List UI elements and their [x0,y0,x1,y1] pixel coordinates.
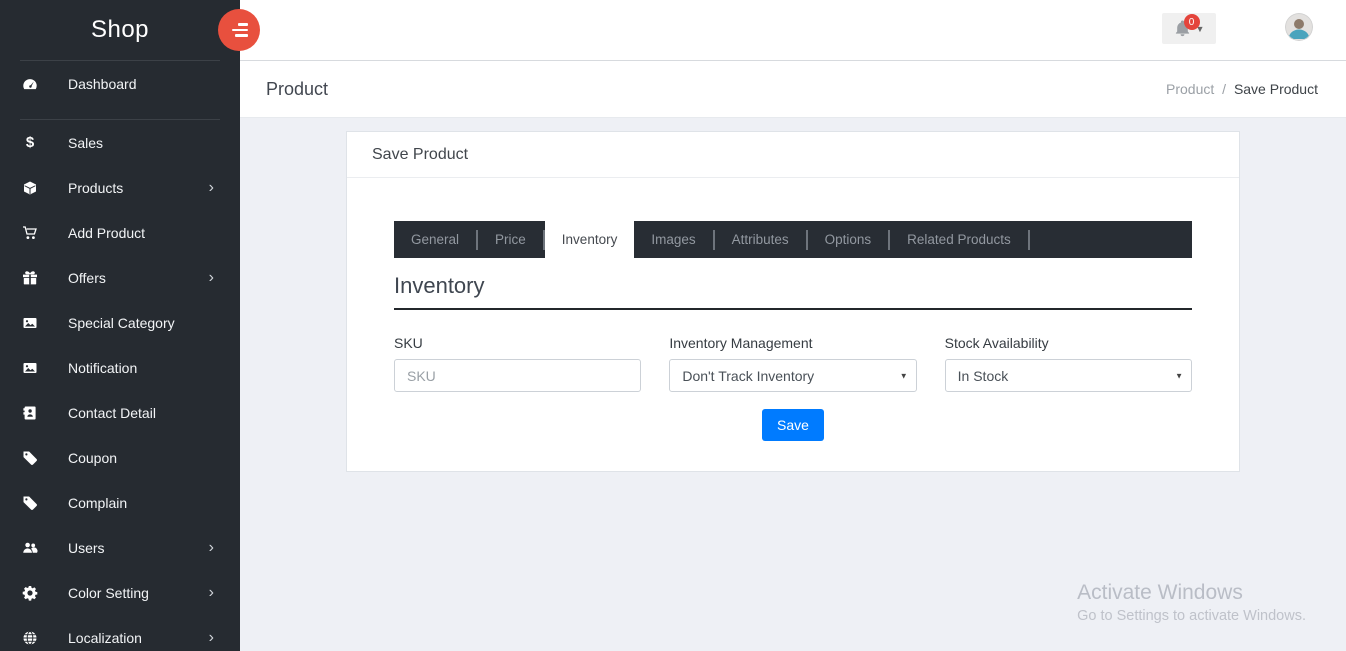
dollar-icon: $ [22,135,38,151]
globe-icon [22,630,38,646]
sidebar-item-offers[interactable]: Offers › [0,255,240,300]
tab-inventory[interactable]: Inventory [545,221,635,258]
sidebar-item-color-setting[interactable]: Color Setting › [0,570,240,615]
sku-field-group: SKU [394,335,641,392]
stock-availability-field-group: Stock Availability In Stock ▼ [945,335,1192,392]
breadcrumb-current: Save Product [1234,81,1318,97]
chevron-right-icon: › [209,629,214,647]
activate-windows-watermark: Activate Windows Go to Settings to activ… [1077,581,1306,624]
stock-availability-value: In Stock [958,368,1009,384]
inventory-management-field-group: Inventory Management Don't Track Invento… [669,335,916,392]
sidebar-item-label: Complain [68,495,218,511]
breadcrumb-separator: / [1222,81,1226,97]
sidebar-item-dashboard[interactable]: Dashboard [0,61,240,106]
sidebar-toggle-button[interactable] [218,9,260,51]
sidebar-item-label: Sales [68,135,218,151]
card-title: Save Product [347,132,1239,178]
sidebar-item-coupon[interactable]: Coupon [0,435,240,480]
chevron-right-icon: › [209,269,214,287]
sidebar-item-products[interactable]: Products › [0,165,240,210]
sidebar-item-users[interactable]: Users › [0,525,240,570]
gift-icon [22,270,38,286]
section-title: Inventory [394,273,1192,310]
image-icon [22,315,38,331]
image-icon [22,360,38,376]
users-icon [22,540,38,556]
sidebar: Shop Dashboard $ Sales Products › Add Pr… [0,0,240,651]
watermark-line2: Go to Settings to activate Windows. [1077,608,1306,624]
notifications-button[interactable]: 0 ▼ [1162,13,1216,44]
tab-separator [1028,230,1030,250]
sidebar-item-contact-detail[interactable]: Contact Detail [0,390,240,435]
tab-images[interactable]: Images [634,221,712,258]
sidebar-item-label: Contact Detail [68,405,218,421]
chevron-right-icon: › [209,179,214,197]
save-button[interactable]: Save [762,409,824,441]
inventory-management-select[interactable]: Don't Track Inventory ▼ [669,359,916,392]
user-avatar[interactable] [1285,13,1313,41]
sku-label: SKU [394,335,641,351]
menu-bars-icon [238,23,248,26]
stock-availability-select[interactable]: In Stock ▼ [945,359,1192,392]
brand-title[interactable]: Shop [0,0,240,60]
topbar: 0 ▼ [240,0,1346,61]
chevron-right-icon: › [209,539,214,557]
tab-options[interactable]: Options [808,221,889,258]
sidebar-item-sales[interactable]: $ Sales [0,120,240,165]
breadcrumb: Product / Save Product [1166,81,1318,97]
product-tabs: General Price Inventory Images Attribute… [394,221,1192,258]
sidebar-item-add-product[interactable]: Add Product [0,210,240,255]
watermark-line1: Activate Windows [1077,581,1306,605]
sidebar-item-localization[interactable]: Localization › [0,615,240,651]
sidebar-item-label: Color Setting [68,585,209,601]
sidebar-item-label: Special Category [68,315,218,331]
select-caret-icon: ▼ [1175,371,1183,380]
sidebar-item-label: Offers [68,270,209,286]
tab-general[interactable]: General [394,221,476,258]
inventory-management-label: Inventory Management [669,335,916,351]
sidebar-item-label: Products [68,180,209,196]
page-title: Product [266,79,328,100]
select-caret-icon: ▼ [900,371,908,380]
tachometer-icon [22,76,38,92]
gear-icon [22,585,38,601]
sku-input[interactable] [394,359,641,392]
sidebar-item-label: Notification [68,360,218,376]
stock-availability-label: Stock Availability [945,335,1192,351]
menu-bars-icon [235,34,248,37]
tab-related-products[interactable]: Related Products [890,221,1028,258]
sidebar-item-label: Coupon [68,450,218,466]
sidebar-item-label: Add Product [68,225,218,241]
inventory-management-value: Don't Track Inventory [682,368,814,384]
cart-plus-icon [22,225,38,241]
sidebar-item-complain[interactable]: Complain [0,480,240,525]
sidebar-item-label: Localization [68,630,209,646]
sidebar-item-label: Users [68,540,209,556]
cube-icon [22,180,38,196]
menu-bars-icon [232,29,248,32]
tag-icon [22,495,38,511]
tag-icon [22,450,38,466]
inventory-form: SKU Inventory Management Don't Track Inv… [394,335,1192,392]
chevron-right-icon: › [209,584,214,602]
sidebar-item-special-category[interactable]: Special Category [0,300,240,345]
tab-attributes[interactable]: Attributes [715,221,806,258]
sidebar-item-notification[interactable]: Notification [0,345,240,390]
page-header-bar: Product Product / Save Product [240,61,1346,118]
breadcrumb-parent-link[interactable]: Product [1166,81,1214,97]
address-book-icon [22,405,38,421]
tab-price[interactable]: Price [478,221,543,258]
notification-badge: 0 [1184,14,1200,30]
card-body: General Price Inventory Images Attribute… [347,178,1239,441]
save-product-card: Save Product General Price Inventory Ima… [346,131,1240,472]
sidebar-item-label: Dashboard [68,76,218,92]
